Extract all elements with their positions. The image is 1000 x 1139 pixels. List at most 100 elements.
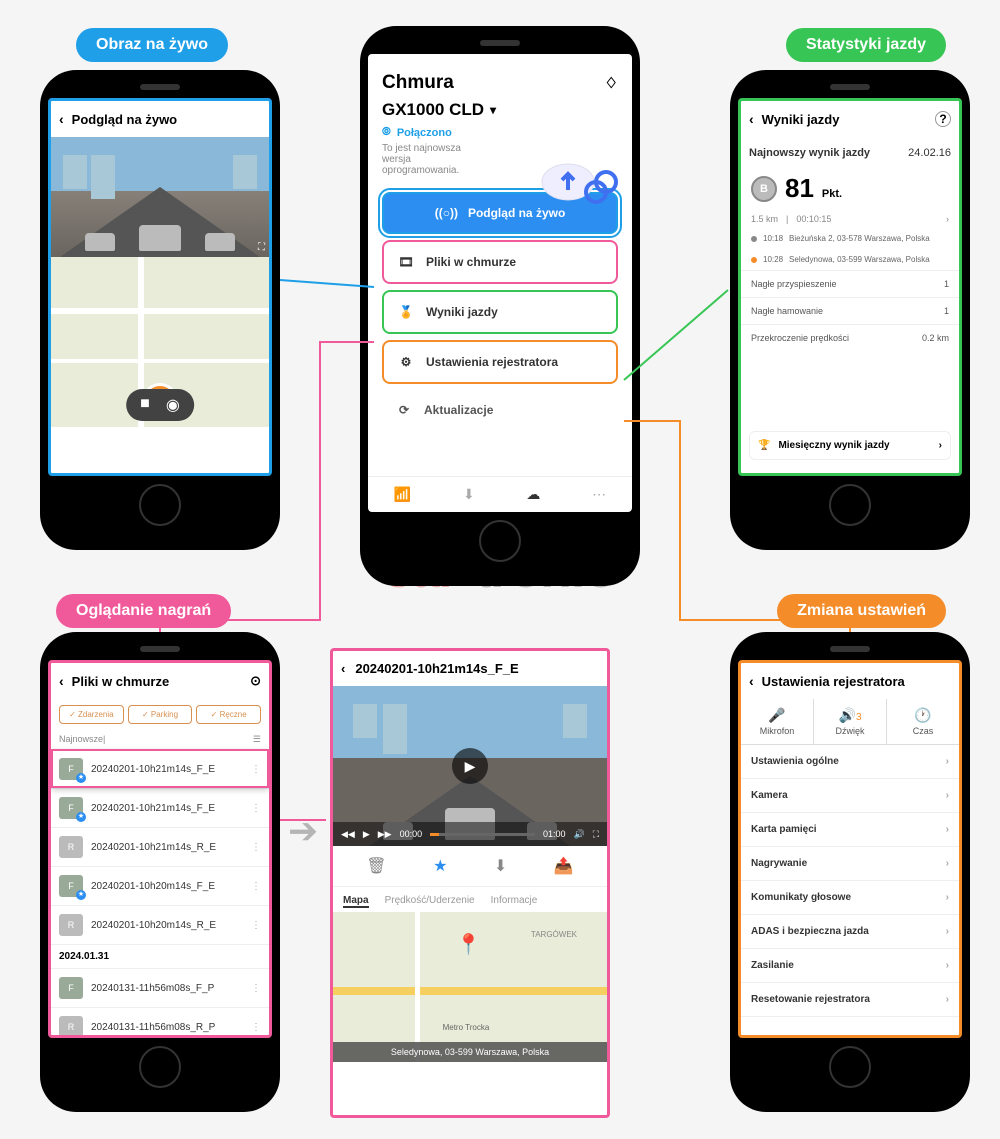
latest-score-header: Najnowszy wynik jazdy 24.02.16 [741,137,959,169]
file-row[interactable]: R20240131-11h56m08s_R_P⋮ [51,1007,269,1038]
live-map[interactable]: ■ ◉ [51,257,269,427]
trash-icon[interactable]: 🗑 [366,856,386,876]
gear-icon: ⚙ [396,352,416,372]
video-map[interactable]: 📍 TARGÓWEK Metro Trocka Seledynowa, 03-5… [333,912,607,1062]
quick-setting-vol[interactable]: 🔊3Dźwięk [814,699,887,744]
video-toolbar: 🗑 ★ ⬇ 📤 [333,846,607,887]
quick-setting-mic[interactable]: 🎤Mikrofon [741,699,814,744]
address-bar: Seledynowa, 03-599 Warszawa, Polska [333,1042,607,1062]
filter-chips: ✓ Zdarzenia✓ Parking✓ Ręczne [51,699,269,730]
stat-row: Przekroczenie prędkości0.2 km [741,324,959,351]
stat-row: Nagłe hamowanie1 [741,297,959,324]
video-tab[interactable]: Mapa [343,895,369,908]
score-display: B 81 Pkt. [741,169,959,214]
file-row[interactable]: F★20240201-10h20m14s_F_E⋮ [51,866,269,905]
trophy-icon: 🏆 [758,440,770,451]
cloud-graphic [538,152,618,212]
camera-controls: ■ ◉ [126,389,194,421]
live-title: Podgląd na żywo [72,112,177,127]
setting-row[interactable]: Kamera› [741,779,959,813]
trip-end: 10:28 Seledynowa, 03-599 Warszawa, Polsk… [741,249,959,270]
quick-settings: 🎤Mikrofon🔊3Dźwięk🕐Czas [741,699,959,745]
updates-button[interactable]: ⟳ Aktualizacje [382,390,618,430]
monthly-score-button[interactable]: 🏆 Miesięczny wynik jazdy › [749,431,951,460]
update-icon: ⟳ [394,400,414,420]
medal-icon: 🏅 [396,302,416,322]
date-separator: 2024.01.31 [51,944,269,968]
download-icon[interactable]: ⬇ [463,486,475,503]
filter-chip[interactable]: ✓ Zdarzenia [59,705,124,724]
cloud-files-button[interactable]: 🎞 Pliki w chmurze [382,240,618,284]
play-button[interactable]: ▶ [452,748,488,784]
quick-setting-clock[interactable]: 🕐Czas [887,699,959,744]
star-icon[interactable]: ★ [433,856,447,876]
broadcast-icon: ((○)) [435,206,458,220]
download-icon[interactable]: ⬇ [494,856,507,876]
video-detail-panel: ‹ 20240201-10h21m14s_F_E ▶ ◀◀ ▶ ▶▶ 00:00… [330,648,610,1118]
score-value: 81 [785,173,814,204]
driving-scores-button[interactable]: 🏅 Wyniki jazdy [382,290,618,334]
video-header: ‹ 20240201-10h21m14s_F_E [333,651,607,686]
setting-row[interactable]: Karta pamięci› [741,813,959,847]
recorder-settings-button[interactable]: ⚙ Ustawienia rejestratora [382,340,618,384]
video-tab[interactable]: Prędkość/Uderzenie [385,895,475,908]
label-driving-stats: Statystyki jazdy [786,28,946,62]
camera-icon[interactable]: ■ [140,395,150,415]
trip-meta[interactable]: 1.5 km| 00:10:15 › [741,214,959,228]
video-tab[interactable]: Informacje [491,895,538,908]
setting-row[interactable]: ADAS i bezpieczna jazda› [741,915,959,949]
setting-row[interactable]: Komunikaty głosowe› [741,881,959,915]
files-header: ‹ Pliki w chmurze ⊙ [51,663,269,699]
label-settings: Zmiana ustawień [777,594,946,628]
prev-icon[interactable]: ◀◀ [341,829,355,840]
video-controls: ◀◀ ▶ ▶▶ 00:00 01:00 🔊 ⛶ [333,822,607,846]
phone-settings: ‹ Ustawienia rejestratora 🎤Mikrofon🔊3Dźw… [730,632,970,1112]
map-pin-icon: 📍 [456,932,481,957]
bell-icon[interactable]: ♢ [605,74,618,92]
share-icon[interactable]: 📤 [554,856,574,876]
trip-start: 10:18 Bieżuńska 2, 03-578 Warszawa, Pols… [741,228,959,249]
bottom-nav: 📶 ⬇ ☁ ⋯ [368,476,632,512]
play-icon[interactable]: ▶ [363,829,370,840]
back-icon[interactable]: ‹ [341,661,345,676]
file-row[interactable]: F★20240201-10h21m14s_F_E⋮ [51,788,269,827]
filter-chip[interactable]: ✓ Parking [128,705,193,724]
cloud-tab-icon[interactable]: ☁ [526,486,540,503]
back-icon[interactable]: ‹ [59,111,64,127]
play-mode-icon[interactable]: ⊙ [250,673,261,689]
sort-icon[interactable]: ☰ [253,734,261,745]
setting-row[interactable]: Nagrywanie› [741,847,959,881]
setting-row[interactable]: Zasilanie› [741,949,959,983]
video-player[interactable]: ▶ ◀◀ ▶ ▶▶ 00:00 01:00 🔊 ⛶ [333,686,607,846]
shutter-icon[interactable]: ◉ [166,395,180,415]
phone-cloud: Chmura ♢ GX1000 CLD▾ ⦾ Połączono To jest… [360,26,640,586]
file-row[interactable]: R20240201-10h20m14s_R_E⋮ [51,905,269,944]
back-icon[interactable]: ‹ [59,673,64,689]
back-icon[interactable]: ‹ [749,673,754,689]
connection-status: ⦾ Połączono [368,120,632,143]
setting-row[interactable]: Ustawienia ogólne› [741,745,959,779]
stats-header: ‹ Wyniki jazdy ? [741,101,959,137]
cloud-header: Chmura ♢ [368,54,632,100]
fullscreen-icon[interactable]: ⛶ [593,829,599,840]
volume-icon[interactable]: 🔊 [573,829,584,840]
next-icon[interactable]: ▶▶ [378,829,392,840]
file-row[interactable]: F★20240201-10h21m14s_F_E⋮ [51,749,269,788]
firmware-status: To jest najnowsza wersja oprogramowania. [368,143,498,186]
setting-row[interactable]: Resetowanie rejestratora› [741,983,959,1017]
file-row[interactable]: F20240131-11h56m08s_F_P⋮ [51,968,269,1007]
wifi-icon[interactable]: 📶 [394,486,411,503]
dashcam-feed[interactable]: ⛶ [51,137,269,257]
more-icon[interactable]: ⋯ [592,486,606,503]
grade-badge: B [751,176,777,202]
device-selector[interactable]: GX1000 CLD▾ [368,100,632,120]
film-icon: 🎞 [396,252,416,272]
file-row[interactable]: R20240201-10h21m14s_R_E⋮ [51,827,269,866]
help-icon[interactable]: ? [935,111,951,127]
fullscreen-icon[interactable]: ⛶ [258,242,265,253]
live-header: ‹ Podgląd na żywo [51,101,269,137]
filter-chip[interactable]: ✓ Ręczne [196,705,261,724]
sort-row[interactable]: Najnowsze| ☰ [51,730,269,749]
back-icon[interactable]: ‹ [749,111,754,127]
video-tabs: Mapa Prędkość/Uderzenie Informacje [333,887,607,912]
